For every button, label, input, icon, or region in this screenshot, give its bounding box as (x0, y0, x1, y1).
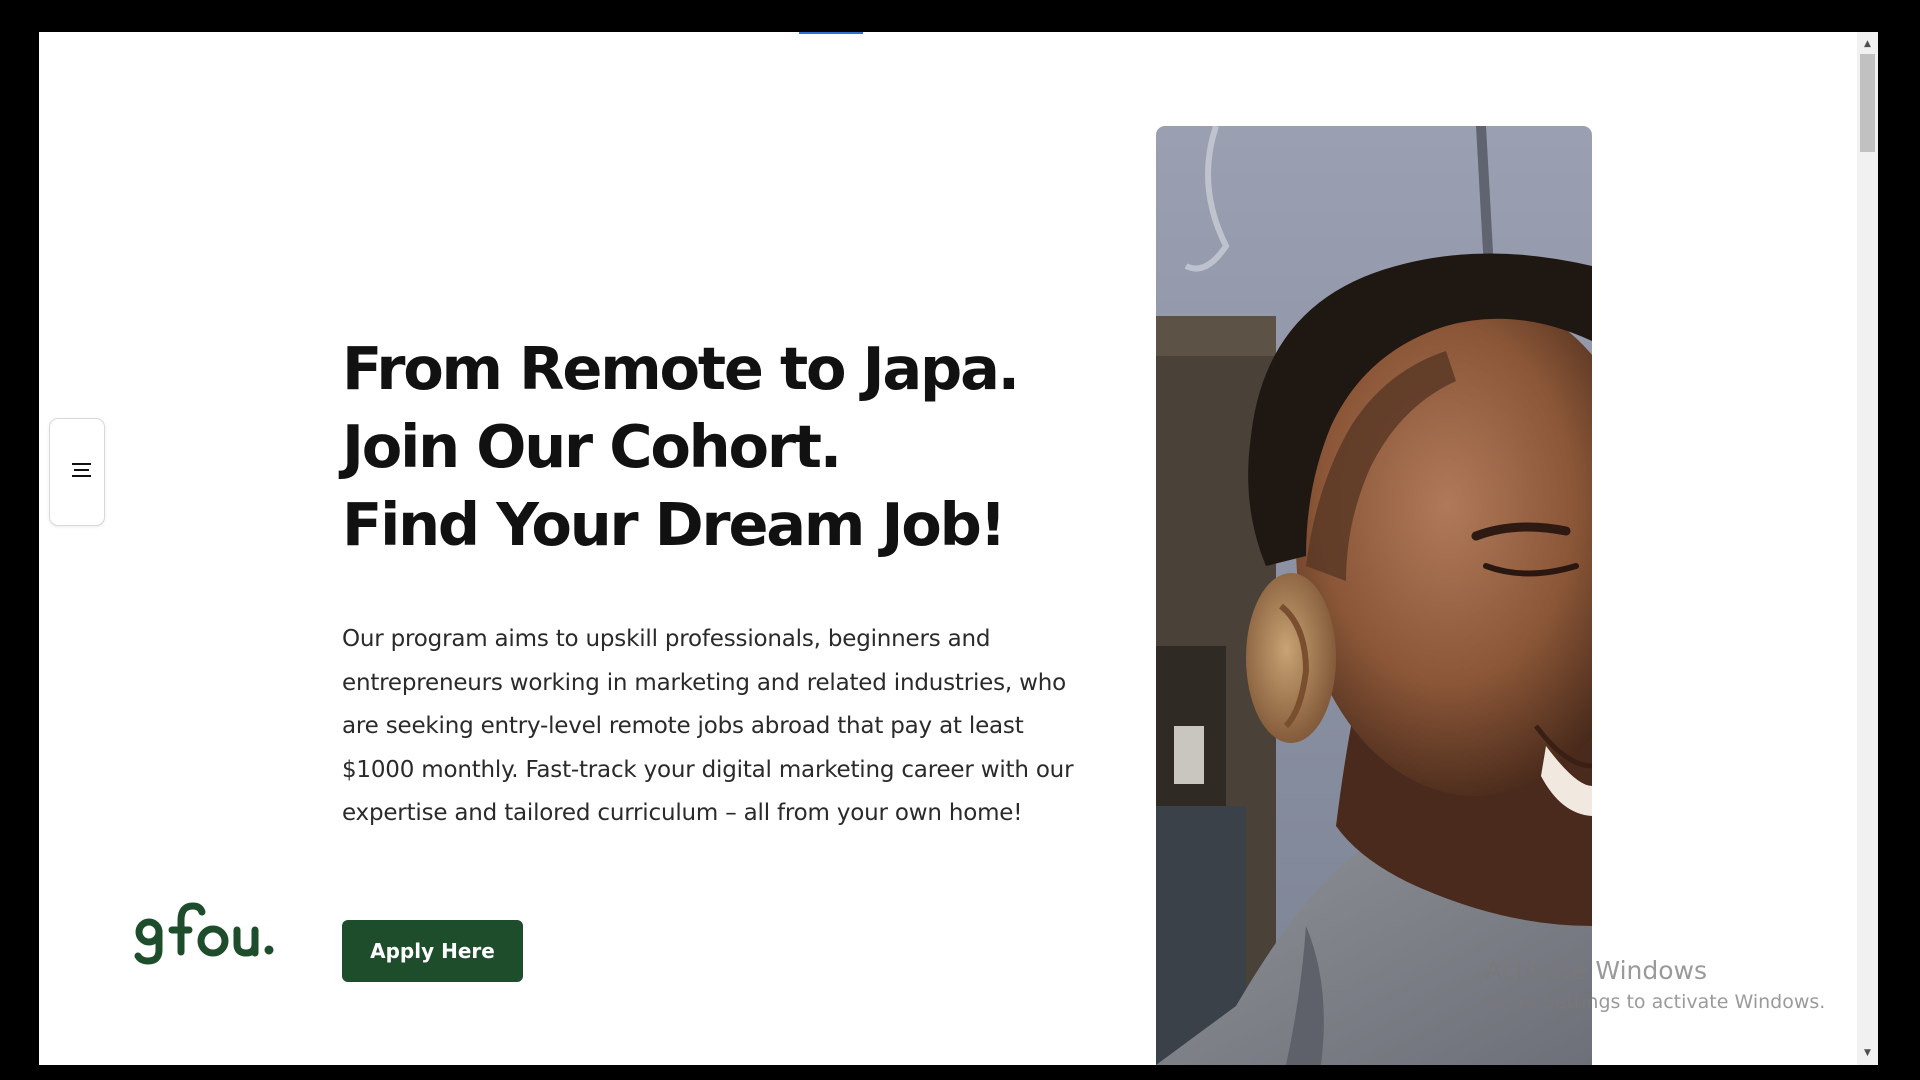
hero-photo (1156, 126, 1592, 1065)
page-load-indicator (799, 32, 863, 34)
browser-viewport: From Remote to Japa. Join Our Cohort. Fi… (39, 32, 1878, 1065)
brand-logo[interactable] (127, 892, 277, 972)
menu-toggle-button[interactable] (49, 418, 105, 526)
scroll-up-arrow-icon[interactable]: ▲ (1857, 34, 1878, 54)
hero-photo-man-smiling (1156, 126, 1592, 1065)
windows-activation-watermark: Activate Windows Go to Settings to activ… (1485, 955, 1825, 1017)
vertical-scrollbar[interactable]: ▲ ▼ (1857, 32, 1878, 1065)
hero-description: Our program aims to upskill professional… (342, 626, 1074, 826)
hero-headline: From Remote to Japa. Join Our Cohort. Fi… (342, 330, 1122, 564)
scroll-down-arrow-icon[interactable]: ▼ (1857, 1043, 1878, 1063)
headline-line-2: Join Our Cohort. (342, 412, 842, 481)
scrollbar-thumb[interactable] (1860, 54, 1875, 152)
headline-line-1: From Remote to Japa. (342, 334, 1020, 403)
headline-line-3: Find Your Dream Job! (342, 490, 1007, 559)
apply-here-button[interactable]: Apply Here (342, 920, 523, 982)
hamburger-menu-icon (72, 463, 91, 481)
watermark-title: Activate Windows (1485, 956, 1707, 985)
watermark-subtitle: Go to Settings to activate Windows. (1485, 991, 1826, 1013)
